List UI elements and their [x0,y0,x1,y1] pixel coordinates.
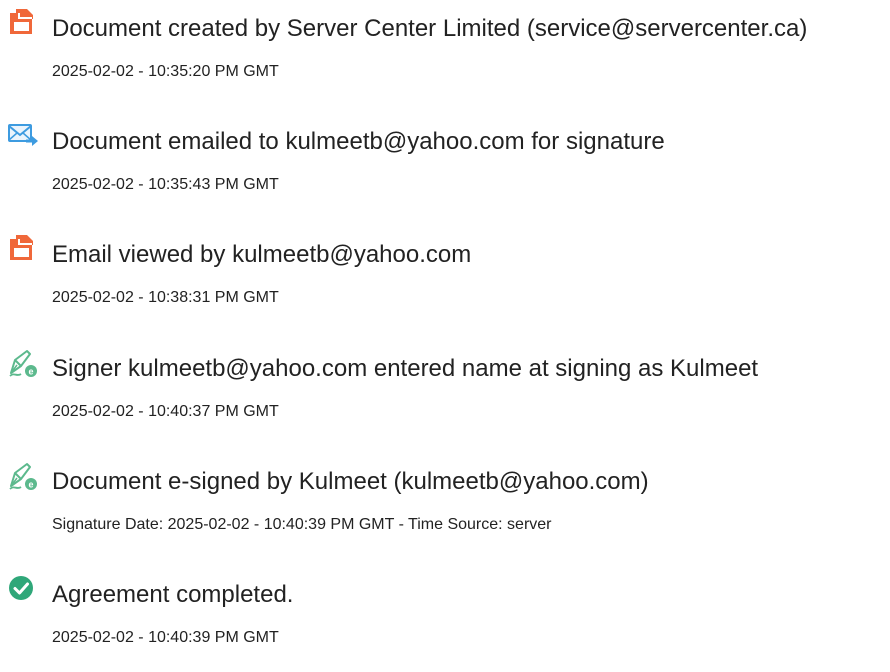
event-timestamp: 2025-02-02 - 10:40:39 PM GMT [52,629,279,646]
document-icon [6,6,40,40]
event-timestamp: 2025-02-02 - 10:38:31 PM GMT [52,289,279,306]
event-timestamp: 2025-02-02 - 10:40:37 PM GMT [52,403,279,420]
history-event: Document emailed to kulmeetb@yahoo.com f… [0,119,890,219]
event-title: Document emailed to kulmeetb@yahoo.com f… [52,128,665,155]
history-event: Agreement completed. 2025-02-02 - 10:40:… [0,572,890,672]
history-event: Document created by Server Center Limite… [0,6,890,106]
event-timestamp: 2025-02-02 - 10:35:43 PM GMT [52,176,279,193]
event-title: Document e-signed by Kulmeet (kulmeetb@y… [52,468,649,495]
email-icon [6,119,40,153]
check-circle-icon [6,572,40,606]
event-signature-details: Signature Date: 2025-02-02 - 10:40:39 PM… [52,516,552,533]
svg-text:e: e [28,480,33,490]
svg-text:e: e [28,367,33,377]
history-event: e Document e-signed by Kulmeet (kulmeetb… [0,459,890,559]
event-title: Email viewed by kulmeetb@yahoo.com [52,241,472,268]
event-timestamp: 2025-02-02 - 10:35:20 PM GMT [52,63,279,80]
document-icon [6,232,40,266]
event-title: Signer kulmeetb@yahoo.com entered name a… [52,355,759,382]
e-sign-icon: e [6,346,40,380]
event-title: Document created by Server Center Limite… [52,15,808,42]
e-sign-icon: e [6,459,40,493]
event-title: Agreement completed. [52,581,294,608]
history-event: Email viewed by kulmeetb@yahoo.com 2025-… [0,232,890,332]
history-event: e Signer kulmeetb@yahoo.com entered name… [0,346,890,446]
